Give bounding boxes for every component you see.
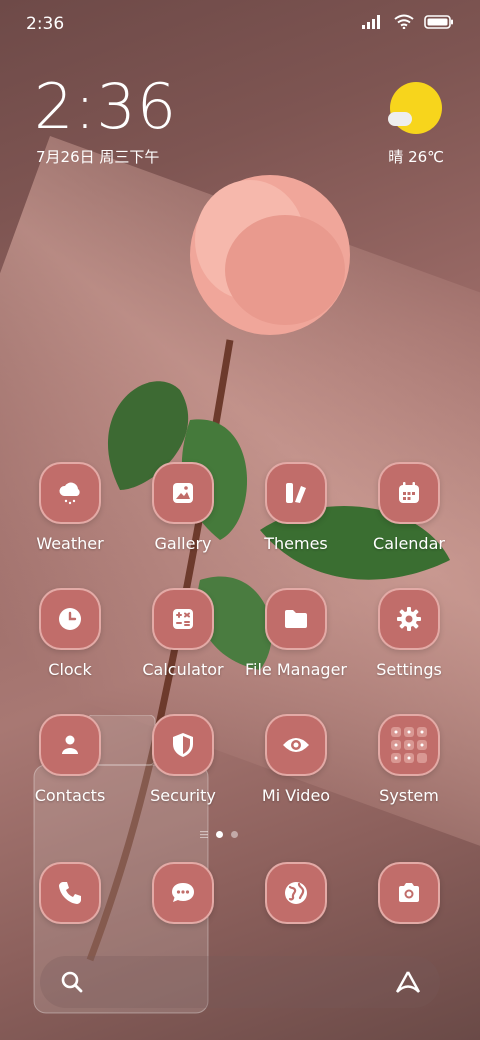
clock-icon — [39, 588, 101, 650]
dock-messages[interactable] — [127, 862, 239, 924]
app-file-manager[interactable]: File Manager — [240, 588, 352, 679]
browser-icon — [265, 862, 327, 924]
phone-icon — [39, 862, 101, 924]
contacts-icon — [39, 714, 101, 776]
app-calculator[interactable]: Calculator — [127, 588, 239, 679]
dock-browser[interactable] — [240, 862, 352, 924]
partly-sunny-icon — [388, 82, 442, 134]
app-label: Mi Video — [261, 786, 331, 805]
status-time: 2:36 — [26, 14, 65, 34]
wifi-icon — [394, 14, 414, 29]
folder-icon — [265, 588, 327, 650]
app-label: Settings — [376, 660, 442, 679]
app-vault-icon[interactable] — [394, 969, 422, 995]
camera-icon — [378, 862, 440, 924]
page-dot — [231, 830, 238, 838]
signal-icon — [362, 14, 380, 29]
app-themes[interactable]: Themes — [240, 462, 352, 553]
eye-icon — [265, 714, 327, 776]
app-gallery[interactable]: Gallery — [127, 462, 239, 553]
weather-icon — [39, 462, 101, 524]
page-dot-active — [216, 830, 223, 838]
app-label: System — [379, 786, 439, 805]
clock-widget-time[interactable]: 2:36 — [34, 76, 177, 138]
app-system[interactable]: System — [353, 714, 465, 805]
clock-widget-date: 7月26日 周三下午 — [36, 148, 160, 166]
app-calendar[interactable]: Calendar — [353, 462, 465, 553]
folder-grid-icon — [378, 714, 440, 776]
app-label: Themes — [264, 534, 328, 553]
menu-lines-icon — [200, 831, 208, 838]
themes-icon — [265, 462, 327, 524]
weather-widget[interactable] — [384, 82, 444, 134]
app-label: Weather — [36, 534, 104, 553]
shield-icon — [152, 714, 214, 776]
app-label: Clock — [48, 660, 92, 679]
app-clock[interactable]: Clock — [14, 588, 126, 679]
app-weather[interactable]: Weather — [14, 462, 126, 553]
app-label: File Manager — [245, 660, 347, 679]
messages-icon — [152, 862, 214, 924]
app-security[interactable]: Security — [127, 714, 239, 805]
gallery-icon — [152, 462, 214, 524]
app-contacts[interactable]: Contacts — [14, 714, 126, 805]
dock-phone[interactable] — [14, 862, 126, 924]
app-settings[interactable]: Settings — [353, 588, 465, 679]
calculator-icon — [152, 588, 214, 650]
app-label: Calculator — [142, 660, 224, 679]
app-label: Gallery — [154, 534, 212, 553]
gear-icon — [378, 588, 440, 650]
app-mi-video[interactable]: Mi Video — [240, 714, 352, 805]
status-bar: 2:36 — [0, 0, 480, 50]
battery-icon — [424, 14, 453, 29]
search-bar[interactable] — [40, 956, 440, 1008]
app-label: Contacts — [34, 786, 106, 805]
search-icon — [61, 971, 83, 993]
app-label: Security — [150, 786, 216, 805]
app-label: Calendar — [373, 534, 445, 553]
dock-camera[interactable] — [353, 862, 465, 924]
weather-widget-temperature: 晴 26℃ — [388, 148, 444, 166]
page-indicator[interactable] — [200, 830, 238, 838]
calendar-icon — [378, 462, 440, 524]
